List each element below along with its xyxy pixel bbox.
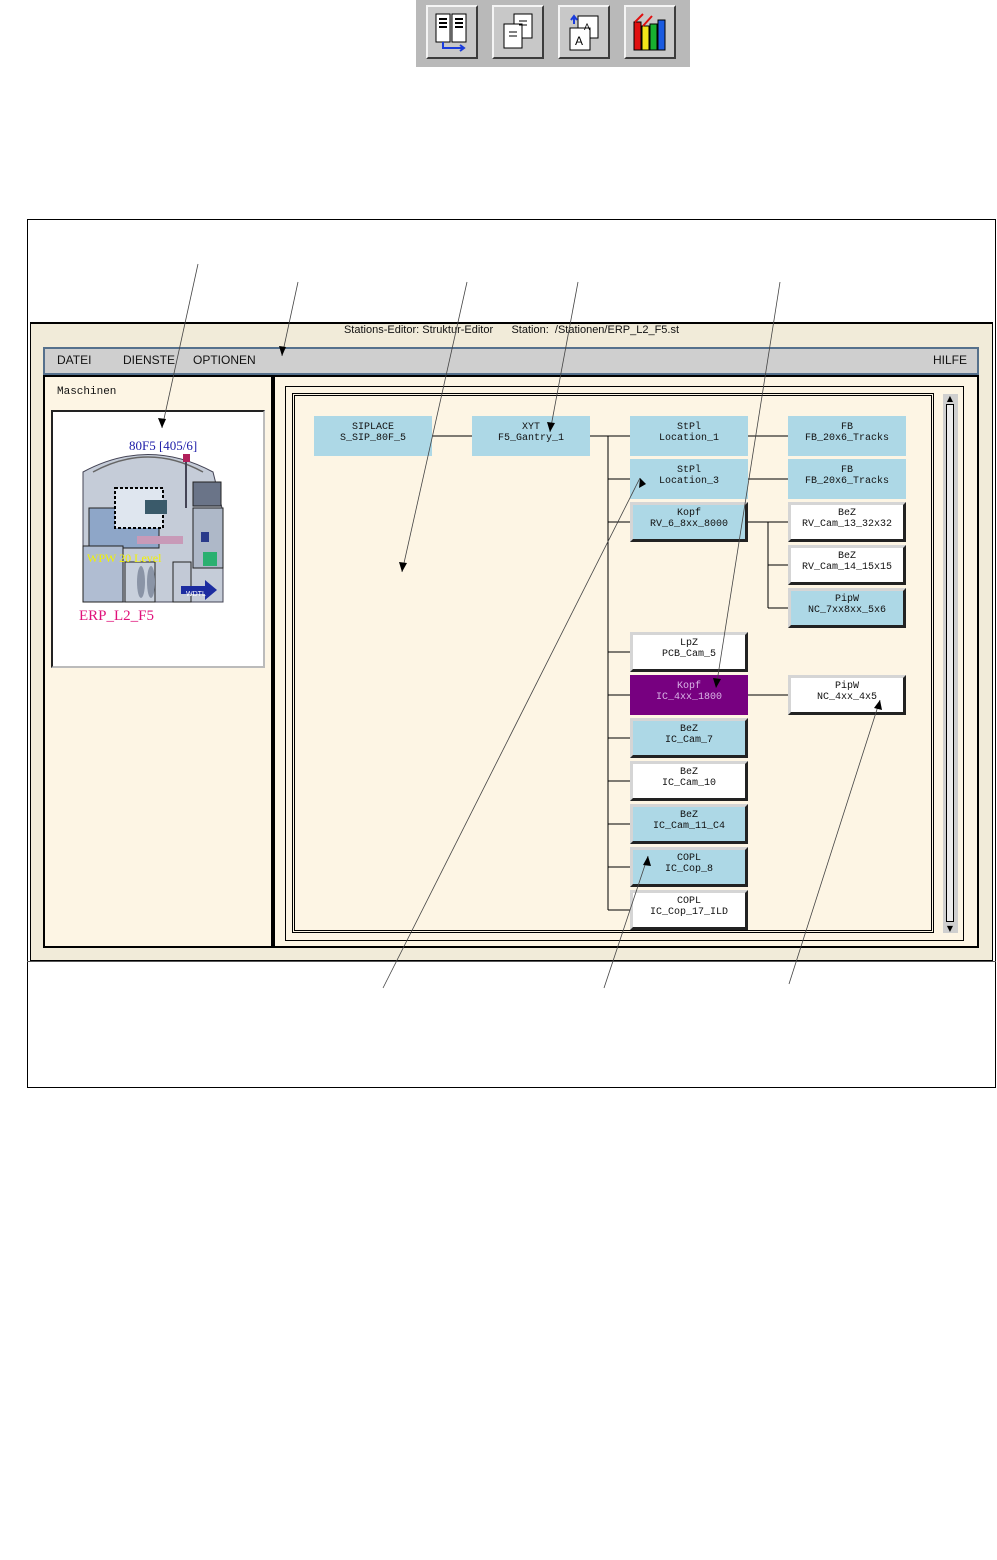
tree-node-type: BeZ: [679, 767, 698, 778]
tree-node-name: FB_20x6_Tracks: [804, 433, 889, 444]
machines-panel: Maschinen 80F5 [405/6] WDTL WPW 20 Level…: [43, 375, 273, 948]
tree-node-name: RV_6_8xx_8000: [649, 519, 728, 530]
station-editor-window: Stations-Editor: Struktur-Editor Station…: [30, 322, 993, 961]
tree-node-type: Kopf: [676, 681, 701, 692]
tree-node-type: COPL: [676, 853, 701, 864]
tree-node-location-3[interactable]: StPl Location_3: [630, 459, 748, 499]
machine-badge: WDTL: [186, 591, 206, 598]
tree-node-ic-cam-11-c4[interactable]: BeZ IC_Cam_11_C4: [630, 804, 748, 844]
scroll-track[interactable]: [946, 404, 954, 922]
machine-preview[interactable]: 80F5 [405/6] WDTL WPW 20 Level ERP_L2_F5: [51, 410, 265, 668]
copy-doc-icon: [503, 13, 533, 49]
scroll-up-icon[interactable]: ▲: [945, 394, 955, 403]
tree-node-type: BeZ: [679, 810, 698, 821]
tree-node-name: IC_Cop_17_ILD: [649, 907, 728, 918]
tree-node-ic-cam-7[interactable]: BeZ IC_Cam_7: [630, 718, 748, 758]
tree-node-name: NC_7xx8xx_5x6: [807, 605, 886, 616]
tree-node-type: PipW: [834, 594, 859, 605]
tree-node-fb-20x6-tracks[interactable]: FB FB_20x6_Tracks: [788, 416, 906, 456]
tree-node-type: StPl: [676, 465, 701, 476]
tree-node-fb-20x6-tracks[interactable]: FB FB_20x6_Tracks: [788, 459, 906, 499]
tree-node-s-sip-80f-5[interactable]: SIPLACE S_SIP_80F_5: [314, 416, 432, 456]
vertical-scrollbar[interactable]: ▲ ▼: [943, 394, 958, 933]
convert-doc-button[interactable]: A A: [558, 5, 610, 59]
tree-node-rv-cam-14-15x15[interactable]: BeZ RV_Cam_14_15x15: [788, 545, 906, 585]
menu-datei[interactable]: DATEI: [57, 353, 91, 367]
tree-node-type: Kopf: [676, 508, 701, 519]
machines-header: Maschinen: [57, 386, 117, 398]
window-title: Stations-Editor: Struktur-Editor Station…: [343, 324, 680, 336]
tree-node-name: IC_Cam_10: [661, 778, 716, 789]
tree-node-rv-6-8xx-8000[interactable]: Kopf RV_6_8xx_8000: [630, 502, 748, 542]
tree-node-name: IC_Cam_11_C4: [652, 821, 725, 832]
menu-optionen[interactable]: OPTIONEN: [193, 353, 256, 367]
tree-node-type: XYT: [521, 422, 540, 433]
structure-panel: SIPLACE S_SIP_80F_5 XYT F5_Gantry_1 StPl Loca…: [273, 375, 979, 948]
tree-node-name: RV_Cam_13_32x32: [801, 519, 892, 530]
svg-text:A: A: [575, 34, 583, 48]
tree-node-type: COPL: [676, 896, 701, 907]
structure-doc-icon: [435, 13, 467, 52]
toolbar: A A: [416, 0, 690, 67]
tree-node-type: BeZ: [837, 508, 856, 519]
tree-node-name: S_SIP_80F_5: [339, 433, 406, 444]
tree-node-type: StPl: [676, 422, 701, 433]
tree-node-type: FB: [840, 422, 853, 433]
frame-divider: [27, 961, 996, 962]
tree-node-name: IC_Cop_8: [664, 864, 713, 875]
tree-node-f5-gantry-1[interactable]: XYT F5_Gantry_1: [472, 416, 590, 456]
tree-node-type: BeZ: [679, 724, 698, 735]
tree-node-name: IC_4xx_1800: [655, 692, 722, 703]
tree-node-ic-4xx-1800[interactable]: Kopf IC_4xx_1800: [630, 675, 748, 715]
machine-sublabel: WPW 20 Level: [87, 551, 162, 565]
tree-node-rv-cam-13-32x32[interactable]: BeZ RV_Cam_13_32x32: [788, 502, 906, 542]
tree-node-name: F5_Gantry_1: [497, 433, 564, 444]
structure-doc-button[interactable]: [426, 5, 478, 59]
structure-canvas: SIPLACE S_SIP_80F_5 XYT F5_Gantry_1 StPl Loca…: [292, 393, 934, 933]
tree-node-type: FB: [840, 465, 853, 476]
machine-image: 80F5 [405/6] WDTL WPW 20 Level ERP_L2_F5: [79, 438, 224, 624]
tree-node-type: SIPLACE: [351, 422, 394, 433]
menu-hilfe[interactable]: HILFE: [933, 353, 967, 367]
machine-model-label: 80F5 [405/6]: [129, 438, 197, 453]
svg-text:A: A: [584, 22, 590, 32]
machine-station-label: ERP_L2_F5: [79, 608, 154, 624]
menu-dienste[interactable]: DIENSTE: [123, 353, 175, 367]
tree-node-name: Location_3: [658, 476, 719, 487]
library-books-icon: [633, 13, 666, 51]
tree-node-name: PCB_Cam_5: [661, 649, 716, 660]
tree-node-nc-4xx-4x5[interactable]: PipW NC_4xx_4x5: [788, 675, 906, 715]
tree-node-pcb-cam-5[interactable]: LpZ PCB_Cam_5: [630, 632, 748, 672]
convert-doc-icon: A A: [569, 14, 599, 51]
tree-node-ic-cop-8[interactable]: COPL IC_Cop_8: [630, 847, 748, 887]
tree-node-type: LpZ: [679, 638, 698, 649]
tree-node-type: BeZ: [837, 551, 856, 562]
library-button[interactable]: [624, 5, 676, 59]
tree-node-nc-7xx8xx-5x6[interactable]: PipW NC_7xx8xx_5x6: [788, 588, 906, 628]
scroll-down-icon[interactable]: ▼: [945, 924, 955, 933]
menu-bar: DATEI DIENSTE OPTIONEN HILFE: [43, 347, 979, 375]
tree-node-name: RV_Cam_14_15x15: [801, 562, 892, 573]
tree-node-location-1[interactable]: StPl Location_1: [630, 416, 748, 456]
tree-node-name: Location_1: [658, 433, 719, 444]
tree-node-type: PipW: [834, 681, 859, 692]
tree-node-name: NC_4xx_4x5: [816, 692, 877, 703]
copy-doc-button[interactable]: [492, 5, 544, 59]
tree-node-name: FB_20x6_Tracks: [804, 476, 889, 487]
tree-node-name: IC_Cam_7: [664, 735, 713, 746]
tree-node-ic-cop-17-ild[interactable]: COPL IC_Cop_17_ILD: [630, 890, 748, 930]
tree-node-ic-cam-10[interactable]: BeZ IC_Cam_10: [630, 761, 748, 801]
